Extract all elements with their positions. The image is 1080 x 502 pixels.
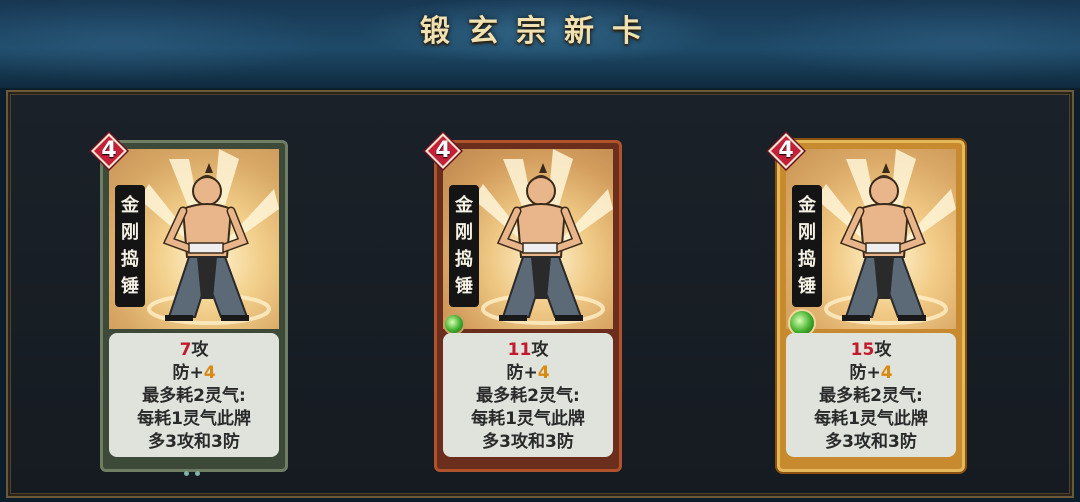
defense-label: 防+ (506, 363, 538, 383)
effect-line: 多3攻和3防 (148, 432, 240, 452)
card-level-3[interactable]: 金 刚 捣 锤 4 15攻 防+4 最多耗2灵气: 每耗1灵气此牌 多3攻和3防 (765, 130, 965, 472)
effect-line: 每耗1灵气此牌 (137, 409, 251, 429)
defense-line: 防+4 (109, 362, 279, 385)
card-name-char: 金 (455, 195, 473, 216)
attack-value: 11 (507, 340, 532, 360)
defense-label: 防+ (172, 363, 204, 383)
defense-value: 4 (203, 363, 216, 383)
cost-badge: 4 (765, 130, 807, 172)
defense-value: 4 (880, 363, 893, 383)
card-name-char: 锤 (455, 276, 473, 297)
card-name-char: 锤 (121, 276, 139, 297)
card-name-tag: 金 刚 捣 锤 (449, 185, 479, 307)
card-name-char: 捣 (455, 249, 473, 270)
card-name-char: 捣 (121, 249, 139, 270)
defense-label: 防+ (849, 363, 881, 383)
effect-line: 每耗1灵气此牌 (471, 409, 585, 429)
card-name-char: 刚 (455, 222, 473, 243)
effect-line: 每耗1灵气此牌 (814, 409, 928, 429)
cost-value: 4 (101, 138, 117, 163)
defense-line: 防+4 (443, 362, 613, 385)
card-name-tag: 金 刚 捣 锤 (115, 185, 145, 307)
attack-value: 15 (850, 340, 875, 360)
card-name-char: 刚 (798, 222, 816, 243)
page-dots (181, 461, 207, 476)
card-description: 11攻 防+4 最多耗2灵气: 每耗1灵气此牌 多3攻和3防 (443, 333, 613, 457)
attack-label: 攻 (531, 340, 549, 360)
cost-badge: 4 (88, 130, 130, 172)
card-description: 15攻 防+4 最多耗2灵气: 每耗1灵气此牌 多3攻和3防 (786, 333, 956, 457)
attack-line: 7攻 (109, 339, 279, 362)
card-name-char: 金 (121, 195, 139, 216)
page-title: 锻玄宗新卡 (420, 14, 660, 49)
cost-value: 4 (435, 138, 451, 163)
card-artwork: 金 刚 捣 锤 (109, 149, 279, 329)
card-name-char: 捣 (798, 249, 816, 270)
attack-label: 攻 (874, 340, 892, 360)
effect-line: 最多耗2灵气: (476, 386, 580, 406)
card-name-char: 锤 (798, 276, 816, 297)
defense-value: 4 (537, 363, 550, 383)
card-level-2[interactable]: 金 刚 捣 锤 4 11攻 防+4 最多耗2灵气: 每耗1灵气此牌 多3攻和3防 (422, 130, 622, 472)
card-name-char: 金 (798, 195, 816, 216)
attack-value: 7 (179, 340, 192, 360)
effect-line: 多3攻和3防 (482, 432, 574, 452)
card-artwork: 金 刚 捣 锤 (443, 149, 613, 329)
effect-line: 多3攻和3防 (825, 432, 917, 452)
card-name-char: 刚 (121, 222, 139, 243)
title-banner: 锻玄宗新卡 (0, 0, 1080, 88)
attack-label: 攻 (191, 340, 209, 360)
card-level-1[interactable]: 金 刚 捣 锤 4 7攻 防+4 最多耗2灵气: 每耗1灵气此牌 多3攻和3防 (88, 130, 288, 476)
cost-badge: 4 (422, 130, 464, 172)
card-description: 7攻 防+4 最多耗2灵气: 每耗1灵气此牌 多3攻和3防 (109, 333, 279, 457)
attack-line: 11攻 (443, 339, 613, 362)
defense-line: 防+4 (786, 362, 956, 385)
effect-line: 最多耗2灵气: (142, 386, 246, 406)
card-name-tag: 金 刚 捣 锤 (792, 185, 822, 307)
effect-line: 最多耗2灵气: (819, 386, 923, 406)
attack-line: 15攻 (786, 339, 956, 362)
card-artwork: 金 刚 捣 锤 (786, 149, 956, 329)
spirit-gem-icon (443, 313, 465, 335)
cost-value: 4 (778, 138, 794, 163)
